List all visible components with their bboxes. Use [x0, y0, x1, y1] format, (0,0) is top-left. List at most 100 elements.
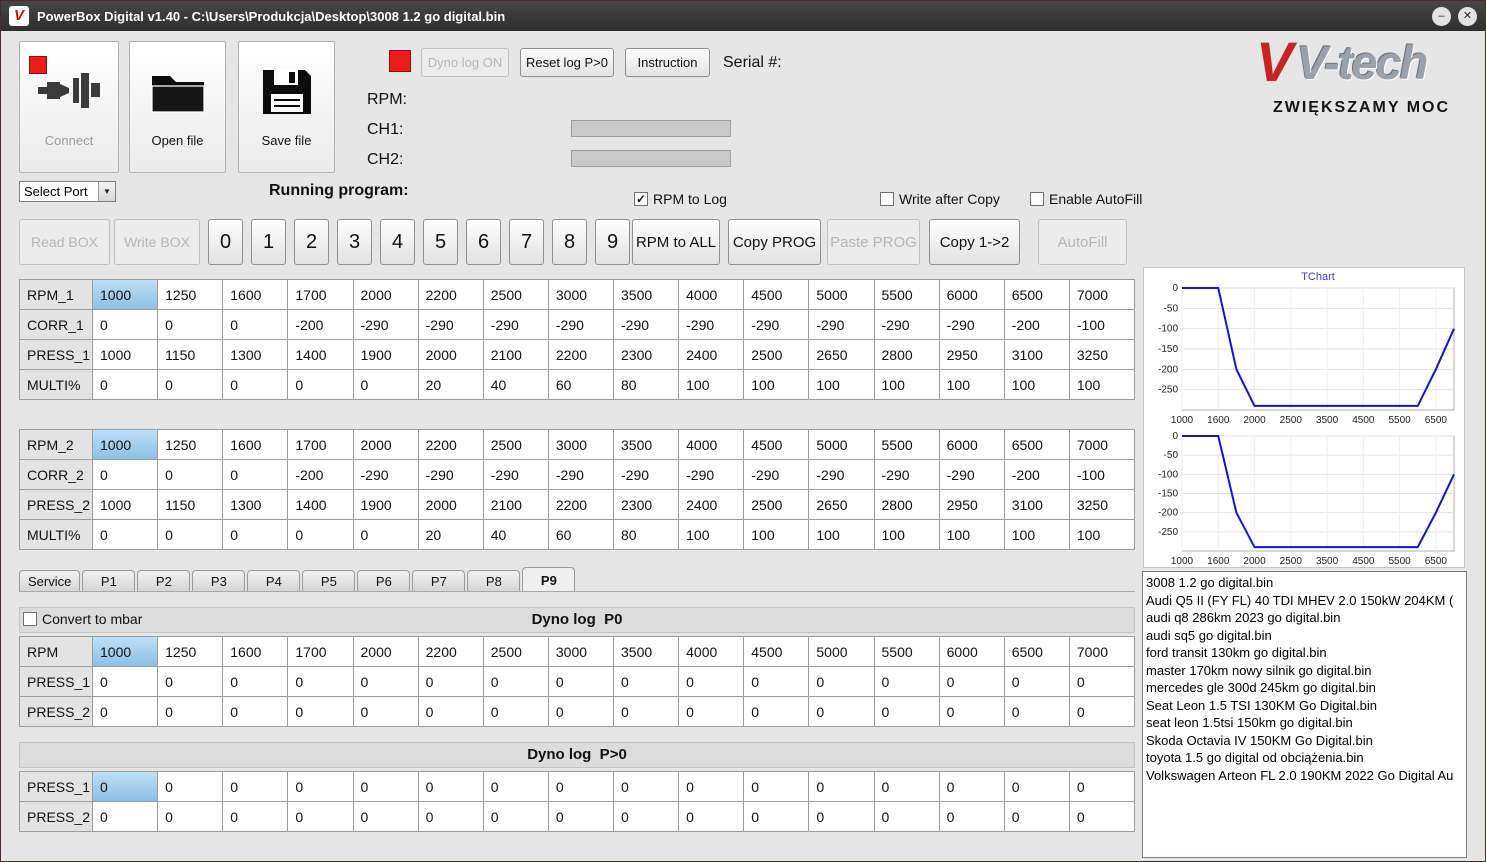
table-cell[interactable]: 0 [679, 772, 745, 802]
table-cell[interactable]: 0 [1004, 802, 1070, 832]
table-cell[interactable]: 0 [1069, 667, 1135, 697]
autofill-button[interactable]: AutoFill [1038, 219, 1127, 265]
table-cell[interactable]: 1400 [288, 340, 354, 370]
table-cell[interactable]: 1000 [93, 490, 159, 520]
table-cell[interactable]: 0 [809, 697, 875, 727]
table-cell[interactable]: 0 [158, 310, 224, 340]
table-cell[interactable]: 100 [809, 520, 875, 550]
table-cell[interactable]: 0 [288, 772, 354, 802]
table-cell[interactable]: 2000 [353, 637, 419, 667]
digit-button-3[interactable]: 3 [337, 219, 372, 265]
table-cell[interactable]: 4000 [679, 637, 745, 667]
file-item[interactable]: Seat Leon 1.5 TSI 130KM Go Digital.bin [1146, 697, 1463, 715]
table-cell[interactable]: 1900 [353, 490, 419, 520]
digit-button-6[interactable]: 6 [466, 219, 501, 265]
table-cell[interactable]: 100 [874, 370, 940, 400]
table-cell[interactable]: 100 [744, 520, 810, 550]
table-cell[interactable]: 2200 [548, 340, 614, 370]
table-cell[interactable]: 0 [353, 667, 419, 697]
table-cell[interactable]: 2800 [874, 490, 940, 520]
table-cell[interactable]: 5000 [809, 280, 875, 310]
table-cell[interactable]: 0 [223, 310, 289, 340]
table-cell[interactable]: 0 [548, 772, 614, 802]
table-cell[interactable]: 5000 [809, 430, 875, 460]
table-cell[interactable]: 0 [288, 370, 354, 400]
table-cell[interactable]: 100 [1004, 370, 1070, 400]
table-cell[interactable]: 80 [614, 520, 680, 550]
table-cell[interactable]: 0 [93, 667, 159, 697]
table-cell[interactable]: 0 [158, 697, 224, 727]
copy-1-2-button[interactable]: Copy 1->2 [929, 219, 1020, 265]
table-cell[interactable]: -200 [1004, 310, 1070, 340]
table-cell[interactable]: 2200 [418, 430, 484, 460]
table-cell[interactable]: 2500 [483, 430, 549, 460]
table-cell[interactable]: -290 [939, 460, 1005, 490]
table-cell[interactable]: 60 [548, 520, 614, 550]
table-cell[interactable]: 2650 [809, 490, 875, 520]
open-file-button[interactable]: Open file [129, 41, 226, 173]
table-cell[interactable]: 0 [223, 772, 289, 802]
table-cell[interactable]: 0 [679, 667, 745, 697]
write-box-button[interactable]: Write BOX [114, 219, 200, 265]
table-cell[interactable]: 0 [744, 772, 810, 802]
table-cell[interactable]: 2100 [483, 490, 549, 520]
table-cell[interactable]: 0 [223, 460, 289, 490]
file-item[interactable]: 3008 1.2 go digital.bin [1146, 574, 1463, 592]
table-cell[interactable]: 0 [223, 667, 289, 697]
chevron-down-icon[interactable]: ▼ [98, 182, 115, 201]
table-cell[interactable]: 0 [1004, 667, 1070, 697]
table-cell[interactable]: 3500 [614, 637, 680, 667]
table-cell[interactable]: 100 [679, 370, 745, 400]
digit-button-4[interactable]: 4 [380, 219, 415, 265]
table-cell[interactable]: 1900 [353, 340, 419, 370]
dyno-log-on-button[interactable]: Dyno log ON [421, 48, 509, 77]
digit-button-0[interactable]: 0 [208, 219, 243, 265]
table-cell[interactable]: 0 [93, 370, 159, 400]
table-cell[interactable]: 100 [939, 520, 1005, 550]
table-cell[interactable]: -100 [1069, 460, 1135, 490]
connect-button[interactable]: Connect [19, 41, 119, 173]
table-cell[interactable]: 0 [1069, 772, 1135, 802]
table-cell[interactable]: 80 [614, 370, 680, 400]
table-cell[interactable]: 0 [483, 772, 549, 802]
tab-p7[interactable]: P7 [412, 570, 466, 592]
table-cell[interactable]: 0 [353, 370, 419, 400]
digit-button-5[interactable]: 5 [423, 219, 458, 265]
table-cell[interactable]: 0 [93, 310, 159, 340]
table-cell[interactable]: 0 [874, 772, 940, 802]
table-cell[interactable]: 5500 [874, 280, 940, 310]
table-cell[interactable]: 1000 [93, 430, 159, 460]
table-cell[interactable]: 100 [874, 520, 940, 550]
table-cell[interactable]: 7000 [1069, 637, 1135, 667]
table-cell[interactable]: 3000 [548, 280, 614, 310]
table-cell[interactable]: 0 [418, 697, 484, 727]
table-cell[interactable]: 2650 [809, 340, 875, 370]
table-cell[interactable]: 4500 [744, 280, 810, 310]
table-cell[interactable]: -290 [418, 460, 484, 490]
table-cell[interactable]: -290 [353, 310, 419, 340]
table-cell[interactable]: -290 [874, 310, 940, 340]
file-item[interactable]: Volkswagen Arteon FL 2.0 190KM 2022 Go D… [1146, 767, 1463, 785]
table-cell[interactable]: 0 [223, 697, 289, 727]
table-cell[interactable]: 100 [1069, 370, 1135, 400]
table-cell[interactable]: 3000 [548, 637, 614, 667]
table-cell[interactable]: 3500 [614, 430, 680, 460]
table-cell[interactable]: 0 [1004, 772, 1070, 802]
table-cell[interactable]: 0 [158, 667, 224, 697]
table-cell[interactable]: 0 [548, 802, 614, 832]
table-cell[interactable]: 0 [744, 697, 810, 727]
table-cell[interactable]: 0 [874, 697, 940, 727]
file-item[interactable]: seat leon 1.5tsi 150km go digital.bin [1146, 714, 1463, 732]
table-cell[interactable]: 100 [1004, 520, 1070, 550]
convert-to-mbar-checkbox[interactable]: Convert to mbar [23, 611, 142, 627]
file-item[interactable]: ford transit 130km go digital.bin [1146, 644, 1463, 662]
table-cell[interactable]: 7000 [1069, 280, 1135, 310]
table-cell[interactable]: 0 [223, 520, 289, 550]
digit-button-1[interactable]: 1 [251, 219, 286, 265]
table-cell[interactable]: 0 [158, 460, 224, 490]
table-cell[interactable]: 6000 [939, 430, 1005, 460]
table-cell[interactable]: 0 [418, 772, 484, 802]
table-cell[interactable]: 1700 [288, 430, 354, 460]
table-cell[interactable]: -100 [1069, 310, 1135, 340]
table-cell[interactable]: 4000 [679, 430, 745, 460]
